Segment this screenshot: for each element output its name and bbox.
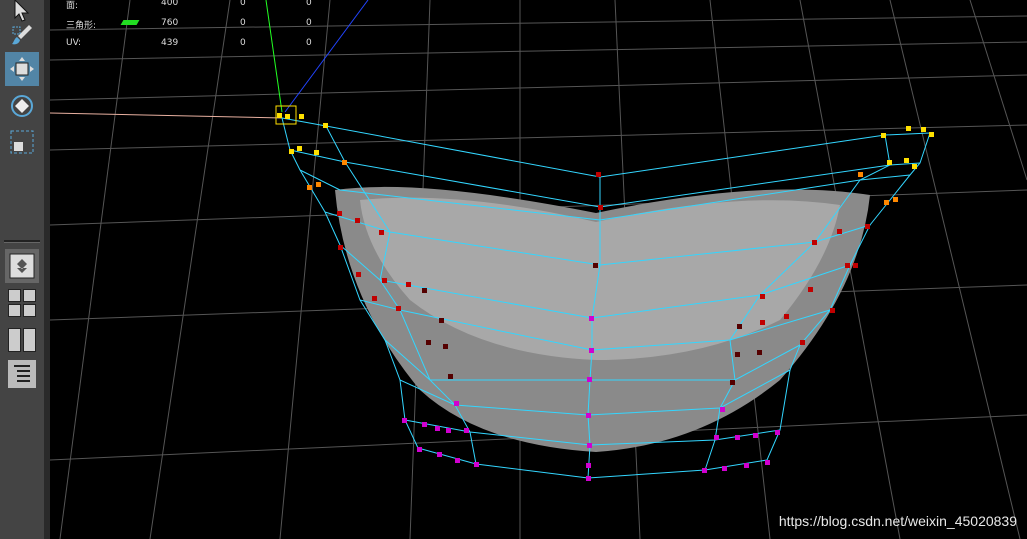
viewport[interactable] [50, 0, 1027, 539]
single-view-layout-button[interactable] [5, 249, 39, 283]
toolbox [0, 0, 50, 539]
viewport-scene [50, 0, 1027, 539]
brush-icon [12, 25, 32, 45]
layout-icon [9, 253, 35, 279]
paint-select-tool[interactable] [5, 18, 39, 52]
hud-value: 0 [306, 0, 312, 8]
axis-z-line [284, 0, 369, 113]
axis-x-line [50, 112, 284, 119]
hud-label: UV: [66, 38, 82, 48]
hud-label: 三角形: [66, 21, 97, 31]
rotate-tool[interactable] [5, 89, 39, 123]
layout-graph-button[interactable] [23, 328, 36, 352]
toolbox-separator [4, 240, 40, 243]
list-icon [14, 365, 30, 382]
hud-value: 0 [240, 0, 246, 8]
hud-value: 0 [306, 38, 312, 48]
rotate-icon [11, 95, 33, 117]
hud-value: 439 [161, 38, 179, 48]
layout-two-button[interactable] [8, 304, 21, 317]
outliner-button[interactable] [8, 360, 36, 388]
triangle-swatch [120, 20, 140, 25]
scale-tool[interactable] [5, 125, 39, 159]
vertices-selected [277, 113, 934, 169]
hud-value: 0 [306, 18, 312, 28]
hud-label: 面: [66, 1, 79, 11]
move-tool[interactable] [5, 52, 39, 86]
move-arrows-icon [10, 57, 34, 81]
layout-three-button[interactable] [23, 304, 36, 317]
scale-box-icon [10, 130, 34, 154]
layout-four-button[interactable] [8, 289, 21, 302]
layout-outliner-button[interactable] [8, 328, 21, 352]
hud-value: 400 [161, 0, 179, 8]
watermark-text: https://blog.csdn.net/weixin_45020839 [778, 513, 1017, 529]
hud-value: 0 [240, 18, 246, 28]
hud-value: 0 [240, 38, 246, 48]
layout-persp-button[interactable] [23, 289, 36, 302]
hud-value: 760 [161, 18, 179, 28]
